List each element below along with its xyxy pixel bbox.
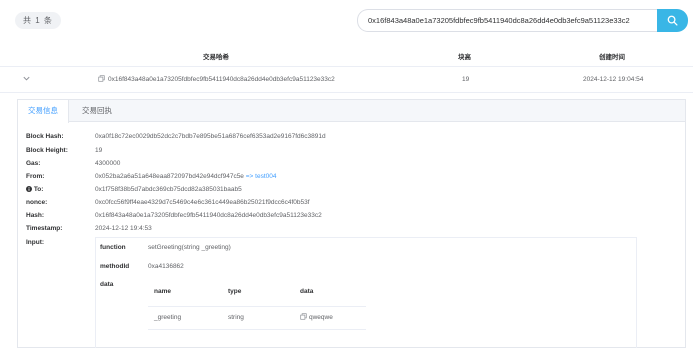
block-cell: 19 (462, 76, 470, 83)
tab-transaction-info[interactable]: 交易信息 (18, 100, 69, 123)
to-label: To: (33, 186, 44, 193)
timestamp-value: 2024-12-12 19:4:53 (95, 225, 152, 232)
row-divider (0, 92, 693, 93)
methodid-value: 0xa4136862 (148, 263, 184, 270)
gas-value: 4300000 (95, 160, 121, 167)
table-row[interactable]: 0x16f843a48a0e1a73205fdbfec9fb5411940dc8… (0, 72, 693, 90)
column-header-hash: 交易哈希 (203, 54, 229, 61)
block-height-label: Block Height: (26, 147, 68, 154)
data-table: name type data _greeting string qweqwe (148, 288, 366, 330)
function-value: setGreeting(string _greeting) (148, 244, 231, 251)
tx-hash-cell[interactable]: 0x16f843a48a0e1a73205fdbfec9fb5411940dc8… (108, 72, 335, 88)
time-cell: 2024-12-12 19:04:54 (583, 76, 644, 83)
hash-label: Hash: (26, 212, 45, 219)
expand-chevron-icon[interactable] (22, 74, 31, 90)
data-col-type: type (228, 288, 242, 295)
tab-transaction-receipt[interactable]: 交易回执 (72, 100, 122, 122)
from-value: 0x052ba2a6a51a648eaa872097bd42e94dcf947c… (95, 173, 276, 180)
block-height-value: 19 (95, 147, 103, 154)
total-count-badge: 共 1 条 (15, 12, 61, 29)
nonce-value: 0xc0fcc56f9ff4eae4329d7c5469c4e6c361c449… (95, 199, 310, 206)
data-table-row: _greeting string qweqwe (148, 307, 366, 329)
table-header: 交易哈希 块高 创建时间 (0, 50, 693, 66)
data-table-header: name type data (148, 288, 366, 306)
transaction-detail-panel: 交易信息 交易回执 Block Hash: 0xa0f18c72ec0029db… (17, 99, 686, 348)
data-row-type: string (228, 314, 244, 321)
from-label: From: (26, 173, 45, 180)
from-address: 0x052ba2a6a51a648eaa872097bd42e94dcf947c… (95, 173, 244, 180)
data-row-copy-icon[interactable] (300, 313, 307, 322)
gas-label: Gas: (26, 160, 41, 167)
data-col-data: data (300, 288, 314, 295)
input-label: Input: (26, 239, 45, 246)
block-hash-label: Block Hash: (26, 133, 64, 140)
search-input[interactable]: 0x16f843a48a0e1a73205fdbfec9fb5411940dc8… (357, 9, 657, 32)
data-row-name: _greeting (154, 314, 182, 321)
detail-tabs: 交易信息 交易回执 (18, 100, 685, 123)
copy-icon[interactable] (98, 73, 105, 89)
from-arrow: => (245, 173, 254, 180)
data-row-value: qweqwe (309, 314, 333, 321)
column-header-block: 块高 (458, 54, 471, 61)
nonce-label: nonce: (26, 199, 48, 206)
input-decode-box: function setGreeting(string _greeting) m… (95, 237, 637, 348)
block-hash-value: 0xa0f18c72ec0029db52dc2c7bdb7e895be51a68… (95, 133, 326, 140)
header-divider (0, 66, 693, 67)
methodid-label: methodId (100, 263, 130, 270)
function-label: function (100, 244, 126, 251)
to-value: 0x1f758f38b5d7abdc369cb75dcd82a385031baa… (95, 186, 242, 193)
hash-value: 0x16f843a48a0e1a73205fdbfec9fb5411940dc8… (95, 212, 322, 219)
search-icon (667, 15, 678, 26)
info-icon (26, 186, 32, 192)
data-col-name: name (154, 288, 171, 295)
data-label: data (100, 281, 114, 288)
timestamp-label: Timestamp: (26, 225, 63, 232)
data-table-bottom-divider (148, 329, 366, 330)
to-label-wrap: To: (26, 186, 43, 193)
search-button[interactable] (657, 9, 688, 32)
from-account-link[interactable]: test004 (255, 173, 276, 180)
column-header-time: 创建时间 (599, 54, 625, 61)
